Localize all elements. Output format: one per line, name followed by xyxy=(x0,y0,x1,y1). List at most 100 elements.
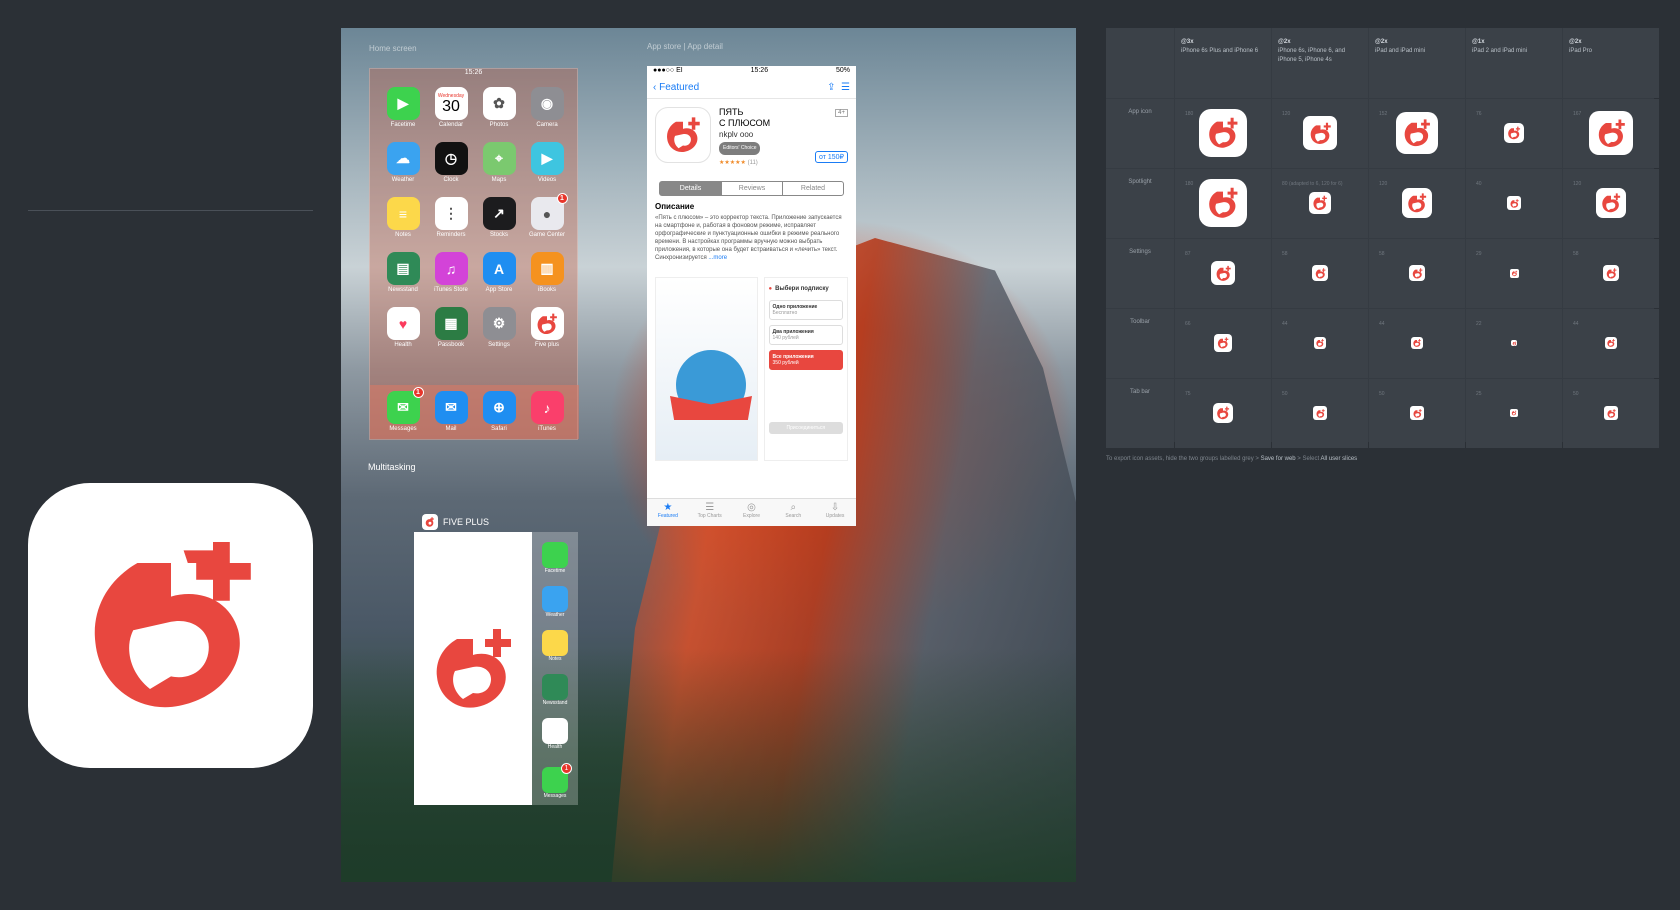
side-app[interactable]: Newsstand xyxy=(542,674,568,706)
icon-size: 76 xyxy=(1476,111,1482,117)
mail-icon: ✉ xyxy=(434,391,468,424)
app-five-plus[interactable]: Five plus xyxy=(528,307,566,348)
table-cell: 40 xyxy=(1466,169,1562,238)
tabbar-item-featured[interactable]: ★ Featured xyxy=(647,499,689,526)
tabbar-item-explore[interactable]: ◎ Explore xyxy=(731,499,773,526)
app-label: Videos xyxy=(537,177,557,183)
five-plus-logo-icon xyxy=(1510,198,1519,208)
app-ibooks[interactable]: ▥ iBooks xyxy=(528,252,566,293)
plan-price: Бесплатно xyxy=(772,310,798,316)
app-label: Reminders xyxy=(436,232,466,238)
app-label: iBooks xyxy=(537,287,556,293)
app-photos[interactable]: ✿ Photos xyxy=(480,87,518,128)
app-label: Health xyxy=(547,744,563,750)
subscribe-button: Присоединиться xyxy=(768,422,843,434)
app-stocks[interactable]: ↗ Stocks xyxy=(480,197,518,238)
price-button[interactable]: от 150₽ xyxy=(814,151,848,163)
side-app[interactable]: Weather xyxy=(542,586,568,618)
side-app-messages[interactable]: 1 Messages xyxy=(542,763,572,799)
app-reminders[interactable]: ⋮ Reminders xyxy=(432,197,470,238)
column-devices: iPhone 6s Plus and iPhone 6 xyxy=(1181,48,1259,54)
tab-reviews[interactable]: Reviews xyxy=(721,182,782,195)
icon-size: 29 xyxy=(1476,251,1482,257)
side-app[interactable]: Notes xyxy=(542,630,568,662)
app-weather[interactable]: ☁ Weather xyxy=(384,142,422,183)
notes-icon xyxy=(542,630,568,656)
app-label: Safari xyxy=(491,426,507,432)
icon-size: 50 xyxy=(1282,391,1288,397)
five-plus-app-icon xyxy=(1309,192,1331,214)
table-cell: 66 xyxy=(1175,309,1271,378)
app-videos[interactable]: ▶ Videos xyxy=(528,142,566,183)
table-cell: 29 xyxy=(1466,239,1562,308)
app-label: iTunes Store xyxy=(434,287,468,293)
table-cell: 58 xyxy=(1369,239,1465,308)
icon-size: 58 xyxy=(1379,251,1385,257)
five-plus-logo-icon xyxy=(1602,193,1621,213)
back-button[interactable]: ‹ Featured xyxy=(653,82,699,93)
safari-icon: ⊕ xyxy=(482,391,516,424)
maps-icon: ⌖ xyxy=(482,142,516,175)
app-camera[interactable]: ◉ Camera xyxy=(528,87,566,128)
app-game-center[interactable]: ● 1 Game Center xyxy=(528,193,568,238)
app-safari[interactable]: ⊕ Safari xyxy=(480,391,518,439)
column-scale: @2x xyxy=(1278,39,1291,45)
side-app[interactable]: Health xyxy=(542,718,568,750)
table-row-label: Toolbar xyxy=(1106,309,1174,378)
plan-option-selected: Все приложения 350 рублей xyxy=(768,350,843,370)
table-cell: 152 xyxy=(1369,99,1465,168)
five-plus-app-icon xyxy=(1396,112,1438,154)
app-maps[interactable]: ⌖ Maps xyxy=(480,142,518,183)
app-passbook[interactable]: ▦ Passbook xyxy=(432,307,470,348)
more-link[interactable]: ...more xyxy=(708,255,727,261)
app-clock[interactable]: ◷ Clock xyxy=(432,142,470,183)
tab-icon: ◎ xyxy=(747,502,756,513)
app-messages[interactable]: ✉ 1 Messages xyxy=(384,387,424,439)
app-facetime[interactable]: ▶ Facetime xyxy=(384,87,422,128)
five-plus-app-icon xyxy=(1303,116,1337,150)
home-screen-label: Home screen xyxy=(369,44,417,53)
app-info: ПЯТЬ С ПЛЮСОМ nkplv ooo Editors' Choice … xyxy=(719,107,770,169)
plan-price: 140 рублей xyxy=(772,335,799,341)
table-cell: 44 xyxy=(1369,309,1465,378)
tab-details[interactable]: Details xyxy=(660,182,721,195)
five-plus-app-icon xyxy=(1603,265,1619,281)
notification-badge: 1 xyxy=(556,193,568,204)
app-calendar[interactable]: Wednesday 30 Calendar xyxy=(432,87,470,128)
tabbar-item-updates[interactable]: ⇩ Updates xyxy=(814,499,856,526)
column-scale: @3x xyxy=(1181,39,1194,45)
tabbar-item-search[interactable]: ⌕ Search xyxy=(772,499,814,526)
five-plus-logo-icon xyxy=(667,117,700,153)
five-plus-app-icon xyxy=(1507,196,1521,210)
share-icon[interactable]: ⇪ xyxy=(827,82,835,93)
tab-related[interactable]: Related xyxy=(782,182,843,195)
table-cell: 120 xyxy=(1369,169,1465,238)
tabbar-item-top-charts[interactable]: ☰ Top Charts xyxy=(689,499,731,526)
multitasking-app-card[interactable] xyxy=(414,532,532,805)
table-cell: 44 xyxy=(1272,309,1368,378)
app-newsstand[interactable]: ▤ Newsstand xyxy=(384,252,422,293)
app-notes[interactable]: ≡ Notes xyxy=(384,197,422,238)
tab-label: Search xyxy=(785,513,802,519)
app-mail[interactable]: ✉ Mail xyxy=(432,391,470,439)
five-plus-mini-icon: ● xyxy=(768,286,773,292)
table-cell: 22 xyxy=(1466,309,1562,378)
plan-price: 350 рублей xyxy=(772,360,799,366)
five-plus-logo-icon xyxy=(436,628,511,708)
app-health[interactable]: ♥ Health xyxy=(384,307,422,348)
screenshots[interactable]: ● Выбери подписку Одно приложение Бесплатн… xyxy=(647,271,856,467)
icon-size: 87 xyxy=(1185,251,1191,257)
icon-size: 152 xyxy=(1379,111,1388,117)
app-app-store[interactable]: A App Store xyxy=(480,252,518,293)
calendar-date: 30 xyxy=(442,97,460,115)
publisher-link[interactable]: nkplv ooo xyxy=(719,129,770,140)
app-itunes-store[interactable]: ♫ iTunes Store xyxy=(432,252,470,293)
five-plus-logo-icon xyxy=(1216,265,1231,281)
table-cell: 80 (adapted to 6, 120 for 6) xyxy=(1272,169,1368,238)
battery: 50% xyxy=(835,67,850,74)
app-settings[interactable]: ⚙ Settings xyxy=(480,307,518,348)
side-app[interactable]: Facetime xyxy=(542,542,568,574)
app-itunes[interactable]: ♪ iTunes xyxy=(528,391,566,439)
export-note: To export icon assets, hide the two grou… xyxy=(1106,456,1357,462)
list-icon[interactable]: ☰ xyxy=(841,82,850,93)
